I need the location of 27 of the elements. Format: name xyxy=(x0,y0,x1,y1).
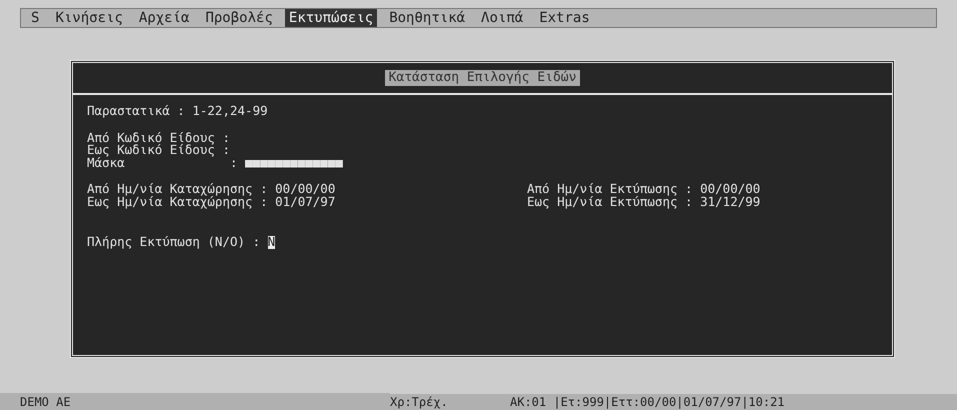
input-field[interactable]: Ν xyxy=(268,236,276,248)
menu-item[interactable]: Extras xyxy=(535,9,594,27)
field-label: Εως Ημ/νία Καταχώρησης : xyxy=(87,196,268,208)
field-label: Πλήρης Εκτύπωση (Ν/Ο) : xyxy=(87,236,260,248)
menu-item[interactable]: Αρχεία xyxy=(134,9,194,27)
field-value: 00/00/00 xyxy=(700,183,760,196)
field-label: Από Ημ/νία Εκτύπωσης : xyxy=(527,183,693,196)
field-value: 01/07/97 xyxy=(275,196,336,208)
menu-item[interactable]: Προβολές xyxy=(201,9,277,27)
menu-item[interactable]: Λοιπά xyxy=(477,9,528,27)
dialog-title: Κατάσταση Επιλογής Ειδών xyxy=(384,70,580,86)
menu-item[interactable]: Εκτυπώσεις xyxy=(284,9,378,27)
status-text: ΑΚ:01 |Ετ:999|Εττ:00/00|01/07/97|10:21 xyxy=(510,394,785,410)
menu-item[interactable]: Κινήσεις xyxy=(51,9,127,27)
status-text: Χρ:Τρέχ. xyxy=(390,394,449,410)
field-label: Εως Κωδικό Είδους : xyxy=(87,144,230,156)
field-label: Από Κωδικό Είδους : xyxy=(87,132,230,144)
field-value: 00/00/00 xyxy=(275,183,336,196)
menu-item[interactable]: Βοηθητικά xyxy=(385,9,470,27)
field-label: Από Ημ/νία Καταχώρησης : xyxy=(87,183,268,196)
field-label: Παραστατικά : xyxy=(87,105,185,118)
field-label: Εως Ημ/νία Εκτύπωσης : xyxy=(527,196,693,208)
menu-item[interactable]: S xyxy=(27,9,44,27)
field-label: Μάσκα : xyxy=(87,156,238,169)
field-value: 31/12/99 xyxy=(700,196,760,208)
field-value: 1-22,24-99 xyxy=(192,105,268,118)
field-value: ■■■■■■■■■■■■■ xyxy=(245,156,343,169)
